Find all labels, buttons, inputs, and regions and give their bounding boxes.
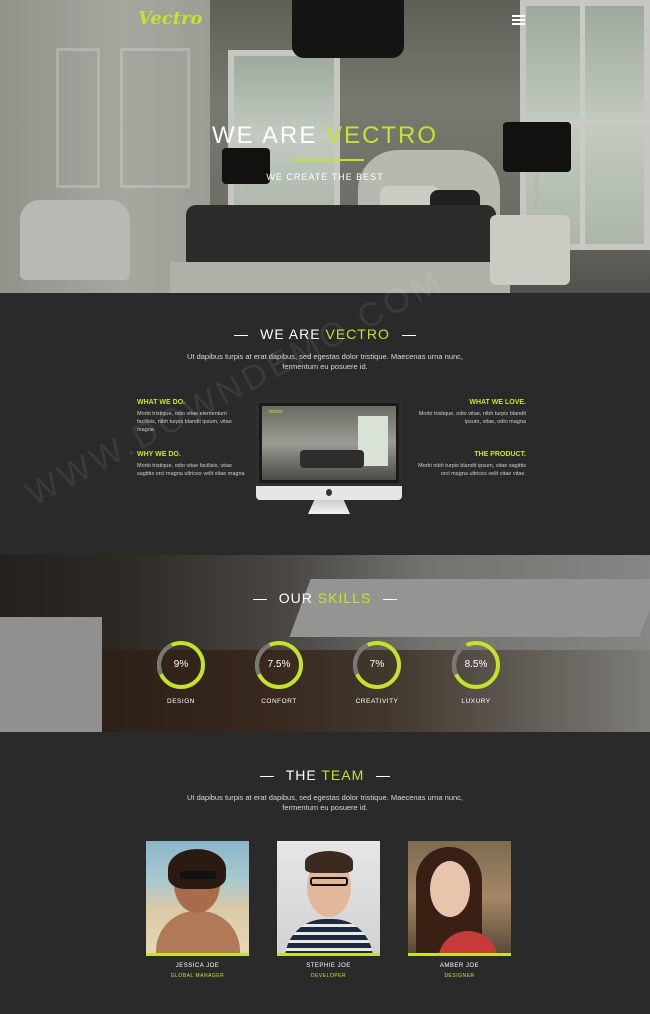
team-member-card[interactable]: JESSICA JOE GLOBAL MANAGER (146, 841, 249, 979)
skill-label: LUXURY (461, 698, 491, 705)
hero-title-prefix: WE ARE (211, 122, 318, 149)
hero-section: Vectro WE ARE VECTRO WE CREATE THE BEST (0, 0, 650, 293)
member-photo (146, 841, 249, 956)
skill-value: 8.5% (464, 659, 488, 670)
monitor-stand (308, 500, 350, 514)
about-title-accent: VECTRO (325, 326, 390, 342)
apple-logo-icon (326, 489, 332, 496)
member-role: DESIGNER (444, 973, 475, 979)
skill-ring-luxury: 8.5% (445, 634, 507, 696)
screen-bed (300, 450, 364, 468)
photo-shape (305, 851, 353, 873)
photo-shape (430, 861, 470, 917)
title-dash (376, 775, 391, 777)
skills-title-accent: SKILLS (317, 590, 372, 606)
feature-title: THE PRODUCT. (474, 451, 526, 458)
about-text: Ut dapibus turpis at erat dapibus, sed e… (187, 352, 463, 371)
team-text: Ut dapibus turpis at erat dapibus, sed e… (187, 793, 463, 812)
skill-ring-design: 9% (150, 634, 212, 696)
about-title-prefix: WE ARE (260, 326, 321, 342)
skill-label: CONFORT (261, 698, 297, 705)
photo-shape (156, 911, 240, 953)
title-dash (401, 334, 416, 336)
team-title-prefix: THE (285, 767, 317, 783)
about-title: WE ARE VECTRO (0, 326, 650, 342)
feature-text: Morbi nibh turpis blandit ipsum, vitae s… (418, 463, 526, 477)
skill-value: 7% (369, 659, 385, 670)
member-role: DEVELOPER (310, 973, 347, 979)
feature-title: WHAT WE LOVE. (469, 399, 526, 406)
member-name: AMBER JOE (439, 963, 480, 969)
member-photo (277, 841, 380, 956)
monitor-screen: Vectro (262, 406, 396, 480)
member-role: GLOBAL MANAGER (170, 973, 225, 979)
skills-title: OUR SKILLS (0, 590, 650, 606)
hero-title-accent: VECTRO (326, 122, 439, 149)
title-dash (252, 598, 267, 600)
hamburger-menu-icon[interactable] (512, 15, 525, 25)
feature-text: Morbi tristique, odio vitae, nibh turpis… (418, 411, 526, 425)
feature-text: Morbi tristique, odio vitae elementum fa… (137, 411, 232, 433)
logo[interactable]: Vectro (138, 8, 203, 29)
hero-subtitle: WE CREATE THE BEST (266, 172, 384, 182)
team-member-card[interactable]: STEPHIE JOE DEVELOPER (277, 841, 380, 979)
photo-shape (168, 849, 226, 889)
skill-value: 9% (173, 659, 189, 670)
skills-overlay (0, 555, 650, 732)
hero-title: WE ARE VECTRO (0, 122, 650, 150)
team-title-accent: TEAM (321, 767, 365, 783)
title-dash (259, 775, 274, 777)
skill-label: DESIGN (167, 698, 195, 705)
feature-what-we-love: WHAT WE LOVE. Morbi tristique, odio vita… (416, 399, 526, 426)
skill-ring-creativity: 7% (346, 634, 408, 696)
feature-title: WHAT WE DO. (137, 399, 186, 406)
hero-divider (292, 159, 364, 161)
feature-title: WHY WE DO. (137, 451, 181, 458)
feature-text: Morbi tristique, odio vitae facilisis, v… (137, 463, 245, 477)
photo-shape (180, 871, 216, 879)
skill-value: 7.5% (267, 659, 291, 670)
feature-the-product: THE PRODUCT. Morbi nibh turpis blandit i… (416, 451, 526, 478)
photo-shape (285, 919, 373, 953)
member-name: JESSICA JOE (175, 963, 220, 969)
skills-title-prefix: OUR (278, 590, 313, 606)
member-name: STEPHIE JOE (306, 963, 351, 969)
monitor-mockup: Vectro (256, 400, 402, 486)
title-dash (234, 334, 249, 336)
skill-ring-confort: 7.5% (248, 634, 310, 696)
photo-shape (310, 877, 348, 886)
member-photo (408, 841, 511, 956)
feature-what-we-do: WHAT WE DO. Morbi tristique, odio vitae … (137, 399, 247, 434)
team-title: THE TEAM (0, 767, 650, 783)
skills-section (0, 555, 650, 732)
skill-label: CREATIVITY (355, 698, 399, 705)
monitor-screen-logo: Vectro (268, 409, 283, 415)
title-dash (383, 598, 398, 600)
feature-why-we-do: WHY WE DO. Morbi tristique, odio vitae f… (137, 451, 247, 478)
team-member-card[interactable]: AMBER JOE DESIGNER (408, 841, 511, 979)
